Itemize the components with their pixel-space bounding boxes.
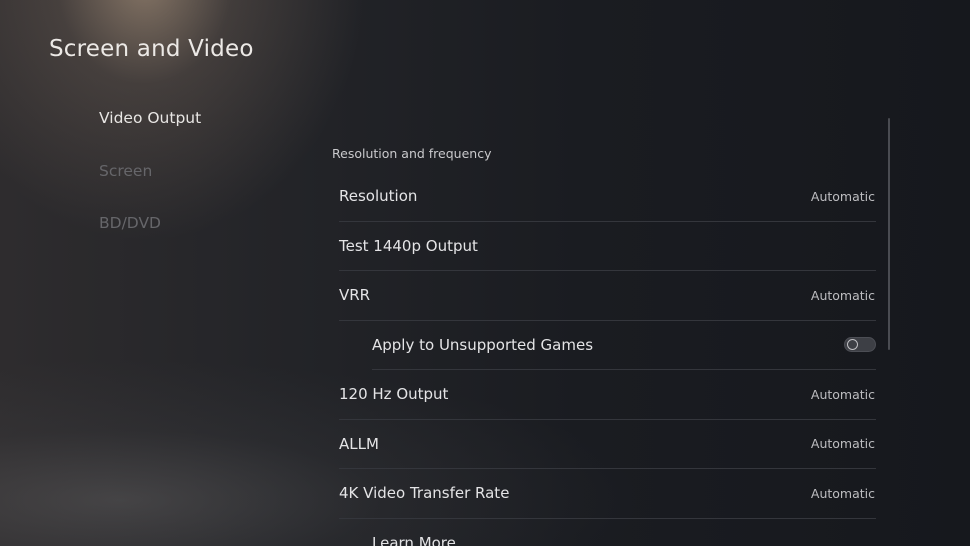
settings-list: Resolution and frequency Resolution Auto…: [332, 146, 876, 546]
row-value: Automatic: [810, 386, 875, 402]
row-value: Automatic: [810, 287, 875, 303]
row-apply-to-unsupported-games[interactable]: Apply to Unsupported Games: [372, 321, 876, 370]
nav-item-video-output[interactable]: Video Output: [99, 106, 201, 159]
row-label: 120 Hz Output: [339, 385, 449, 404]
nav-item-bd-dvd[interactable]: BD/DVD: [99, 211, 201, 264]
row-value: Automatic: [810, 188, 875, 204]
row-label: ALLM: [339, 434, 379, 453]
page-title: Screen and Video: [49, 36, 254, 62]
toggle-knob-icon: [847, 339, 858, 351]
nav-item-screen[interactable]: Screen: [99, 159, 201, 212]
row-allm[interactable]: ALLM Automatic: [339, 420, 876, 469]
row-label: Test 1440p Output: [339, 236, 478, 255]
row-label: 4K Video Transfer Rate: [339, 484, 510, 503]
row-label: Apply to Unsupported Games: [372, 335, 594, 354]
row-vrr[interactable]: VRR Automatic: [339, 271, 876, 321]
row-120hz-output[interactable]: 120 Hz Output Automatic: [339, 370, 876, 420]
row-label: Resolution: [339, 187, 418, 206]
row-label: Learn More: [372, 534, 456, 546]
scrollbar[interactable]: [888, 118, 890, 350]
row-4k-video-transfer-rate[interactable]: 4K Video Transfer Rate Automatic: [339, 469, 876, 519]
settings-nav: Video Output Screen BD/DVD: [99, 106, 201, 264]
section-label: Resolution and frequency: [332, 146, 492, 161]
row-resolution[interactable]: Resolution Automatic: [339, 172, 876, 222]
settings-screen: Screen and Video Video Output Screen BD/…: [0, 0, 970, 546]
row-value: Automatic: [810, 436, 875, 452]
row-label: VRR: [339, 286, 371, 305]
row-learn-more[interactable]: Learn More: [372, 519, 876, 546]
unsupported-games-toggle[interactable]: [844, 337, 876, 353]
row-value: Automatic: [810, 485, 875, 501]
row-test-1440p-output[interactable]: Test 1440p Output: [339, 222, 876, 271]
